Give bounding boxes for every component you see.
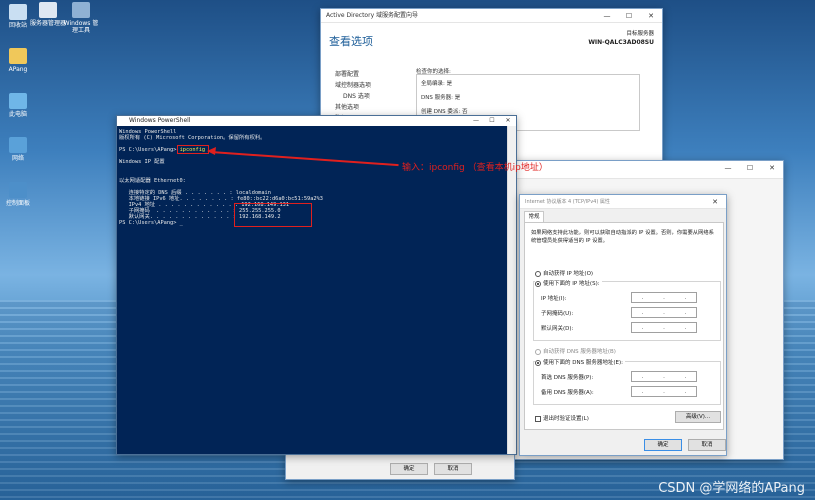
ad-titlebar: Active Directory 域服务配置向导 — ☐ ✕	[321, 9, 662, 23]
server-manager-icon	[39, 2, 57, 18]
ad-heading: 查看选项	[329, 35, 373, 48]
ad-nav-item[interactable]: 域控制器选项	[335, 80, 371, 91]
ip-address-field[interactable]: ...	[631, 292, 697, 303]
subnet-mask-label: 子网掩码(U):	[541, 311, 574, 317]
ok-button[interactable]: 确定	[390, 463, 428, 475]
advanced-button[interactable]: 高级(V)...	[675, 411, 721, 423]
highlight-command-box	[177, 145, 209, 154]
ad-nav-item[interactable]: 部署配置	[335, 69, 371, 80]
powershell-scrollbar[interactable]	[507, 126, 516, 454]
gateway-field[interactable]: ...	[631, 322, 697, 333]
radio-selected-icon	[535, 359, 541, 366]
description-text: 如果网络支持此功能，则可以获取自动指派的 IP 设置。否则，你需要从网络系统管理…	[531, 230, 714, 244]
alternate-dns-label: 备用 DNS 服务器(A):	[541, 390, 594, 396]
desktop-icon-server-manager[interactable]: 服务器管理器	[30, 2, 66, 27]
ad-nav-item[interactable]: 其他选项	[335, 102, 371, 113]
auto-dns-radio[interactable]: 自动获得 DNS 服务器地址(B)	[535, 347, 616, 355]
auto-ip-radio[interactable]: 自动获得 IP 地址(O)	[535, 269, 593, 277]
validate-checkbox[interactable]: 退出时验证设置(L)	[535, 414, 589, 422]
list-item: 全局编录: 是	[421, 81, 453, 87]
ad-lower-dialog: 确定 取消	[285, 452, 515, 480]
close-icon[interactable]: ✕	[761, 161, 783, 175]
desktop-icon-control-panel[interactable]: 控制面板	[0, 182, 36, 207]
preferred-dns-label: 首选 DNS 服务器(P):	[541, 375, 594, 381]
dns-group	[533, 361, 721, 405]
desktop-icon-user-folder[interactable]: APang	[0, 48, 36, 73]
close-icon[interactable]: ✕	[640, 9, 662, 23]
network-properties-titlebar: — ☐ ✕	[509, 161, 783, 179]
watermark: CSDN @学网络的APang	[658, 481, 805, 496]
close-icon[interactable]: ✕	[704, 195, 726, 209]
user-folder-icon	[9, 48, 27, 64]
minimize-icon[interactable]: —	[468, 116, 484, 126]
annotation-text: 输入：ipconfig （查看本机ip地址）	[402, 163, 548, 173]
console-line: PS C:\Users\APang> _	[119, 220, 183, 227]
manual-ip-radio[interactable]: 使用下面的 IP 地址(S):	[535, 279, 602, 287]
admin-tools-icon	[72, 2, 90, 18]
tab-panel: 如果网络支持此功能，则可以获取自动指派的 IP 设置。否则，你需要从网络系统管理…	[524, 222, 724, 430]
radio-selected-icon	[535, 280, 541, 287]
gateway-label: 默认网关(D):	[541, 326, 574, 332]
checkbox-icon	[535, 415, 541, 422]
ok-button[interactable]: 确定	[644, 439, 682, 451]
ip-address-label: IP 地址(I):	[541, 296, 567, 302]
maximize-icon[interactable]: ☐	[618, 9, 640, 23]
ad-target-server: 目标服务器 WIN-QALC3AD08SU	[588, 31, 654, 46]
powershell-titlebar: Windows PowerShell — ☐ ✕	[117, 116, 516, 126]
control-panel-icon	[9, 182, 27, 198]
alternate-dns-field[interactable]: ...	[631, 386, 697, 397]
tab-general[interactable]: 常规	[524, 211, 544, 222]
powershell-console[interactable]: Windows PowerShell 版权所有 (C) Microsoft Co…	[117, 126, 507, 454]
computer-icon	[9, 93, 27, 109]
highlight-ip-box	[234, 203, 312, 227]
recycle-bin-icon	[9, 4, 27, 20]
minimize-icon[interactable]: —	[717, 161, 739, 175]
network-icon	[9, 137, 27, 153]
maximize-icon[interactable]: ☐	[739, 161, 761, 175]
arrowhead-icon	[207, 147, 216, 155]
cancel-button[interactable]: 取消	[688, 439, 726, 451]
radio-icon	[535, 348, 541, 355]
ipv4-titlebar: Internet 协议版本 4 (TCP/IPv4) 属性 ✕	[520, 195, 726, 209]
minimize-icon[interactable]: —	[596, 9, 618, 23]
ad-nav-item[interactable]: DNS 选项	[335, 91, 371, 102]
radio-icon	[535, 270, 541, 277]
desktop-icon-this-pc[interactable]: 此电脑	[0, 93, 36, 118]
maximize-icon[interactable]: ☐	[484, 116, 500, 126]
cancel-button[interactable]: 取消	[434, 463, 472, 475]
manual-dns-radio[interactable]: 使用下面的 DNS 服务器地址(E):	[535, 358, 625, 366]
desktop-icon-network[interactable]: 网络	[0, 137, 36, 162]
subnet-mask-field[interactable]: ...	[631, 307, 697, 318]
desktop-icon-admin-tools[interactable]: Windows 管理工具	[63, 2, 99, 34]
preferred-dns-field[interactable]: ...	[631, 371, 697, 382]
list-item: DNS 服务器: 是	[421, 95, 461, 101]
ipv4-properties-dialog: Internet 协议版本 4 (TCP/IPv4) 属性 ✕ 常规 如果网络支…	[519, 194, 727, 456]
close-icon[interactable]: ✕	[500, 116, 516, 126]
